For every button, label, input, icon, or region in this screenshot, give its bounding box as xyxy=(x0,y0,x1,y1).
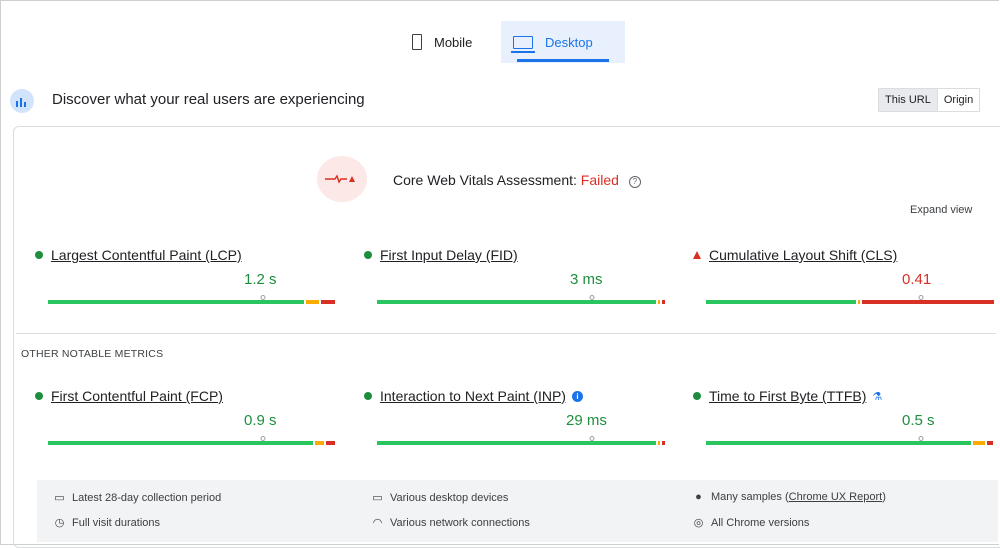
distribution-bar xyxy=(377,436,666,445)
metric-name[interactable]: First Input Delay (FID) xyxy=(380,247,518,263)
metric-inp: Interaction to Next Paint (INP) i 29 ms xyxy=(364,388,666,445)
poor-segment xyxy=(987,441,993,445)
metric-name[interactable]: Cumulative Layout Shift (CLS) xyxy=(709,247,897,263)
tab-mobile[interactable]: Mobile xyxy=(400,21,500,63)
percentile-marker xyxy=(260,295,266,300)
distribution-bar xyxy=(48,436,335,445)
percentile-marker xyxy=(918,295,924,300)
distribution-bar xyxy=(706,436,993,445)
distribution-bar xyxy=(706,295,995,304)
visit-durations-text: Full visit durations xyxy=(72,516,161,529)
collection-details-footer xyxy=(37,480,998,542)
crux-data-icon xyxy=(10,89,34,113)
people-icon: ● xyxy=(695,491,702,503)
metric-lcp: Largest Contentful Paint (LCP) 1.2 s xyxy=(35,247,335,304)
chrome-versions-item: ◎ All Chrome versions xyxy=(692,516,810,530)
metric-value: 3 ms xyxy=(570,271,603,288)
poor-segment xyxy=(326,441,335,445)
this-url-button[interactable]: This URL xyxy=(879,89,938,111)
devices-text: Various desktop devices xyxy=(390,491,509,504)
good-segment xyxy=(706,300,857,304)
metric-value: 29 ms xyxy=(566,412,607,429)
desktop-devices-icon: ▭ xyxy=(372,492,383,504)
metric-name[interactable]: Largest Contentful Paint (LCP) xyxy=(51,247,242,263)
assessment-result: Failed xyxy=(580,172,619,188)
phone-icon xyxy=(412,34,422,50)
distribution-bar xyxy=(48,295,335,304)
chrome-versions-text: All Chrome versions xyxy=(711,516,810,529)
metric-value: 0.9 s xyxy=(244,412,277,429)
needs-improvement-segment xyxy=(314,441,325,445)
assessment-status: Core Web Vitals Assessment: Failed ? xyxy=(393,172,641,188)
needs-improvement-segment xyxy=(858,300,861,304)
poor-segment xyxy=(662,441,666,445)
good-rating-dot xyxy=(364,392,372,400)
samples-item: ● Many samples (Chrome UX Report) xyxy=(692,491,886,503)
distribution-bar xyxy=(377,295,666,304)
needs-improvement-segment xyxy=(658,300,661,304)
collection-period-item: ▭ Latest 28-day collection period xyxy=(53,491,222,505)
info-icon[interactable]: i xyxy=(571,390,583,402)
percentile-marker xyxy=(260,436,266,441)
origin-button[interactable]: Origin xyxy=(938,89,979,111)
good-segment xyxy=(377,300,657,304)
needs-improvement-segment xyxy=(972,441,986,445)
metric-ttfb: Time to First Byte (TTFB) ⚗ 0.5 s xyxy=(693,388,993,445)
section-divider xyxy=(16,333,996,334)
laptop-icon xyxy=(511,35,535,53)
good-segment xyxy=(706,441,971,445)
metric-value: 0.5 s xyxy=(902,412,935,429)
chrome-icon: ◎ xyxy=(693,517,704,529)
needs-improvement-segment xyxy=(658,441,661,445)
good-segment xyxy=(48,300,305,304)
good-rating-dot xyxy=(364,251,372,259)
assessment-label: Core Web Vitals Assessment: xyxy=(393,172,577,188)
network-text: Various network connections xyxy=(390,516,530,529)
chrome-ux-report-link[interactable]: Chrome UX Report xyxy=(789,491,883,503)
metric-name[interactable]: Interaction to Next Paint (INP) xyxy=(380,388,566,404)
assessment-failed-icon xyxy=(317,156,367,202)
good-rating-dot xyxy=(35,392,43,400)
metric-cls: Cumulative Layout Shift (CLS) 0.41 xyxy=(693,247,995,304)
timer-icon: ◷ xyxy=(54,517,65,529)
good-rating-dot xyxy=(35,251,43,259)
metric-value: 1.2 s xyxy=(244,271,277,288)
discover-heading: Discover what your real users are experi… xyxy=(52,91,365,108)
percentile-marker xyxy=(918,436,924,441)
good-segment xyxy=(377,441,657,445)
calendar-icon: ▭ xyxy=(54,492,65,504)
flask-icon[interactable]: ⚗ xyxy=(872,390,882,403)
devices-item: ▭ Various desktop devices xyxy=(371,491,509,505)
poor-rating-triangle-icon xyxy=(693,251,701,259)
wifi-icon: ◠ xyxy=(372,517,383,529)
tab-desktop-label: Desktop xyxy=(545,34,593,50)
metric-name[interactable]: Time to First Byte (TTFB) xyxy=(709,388,866,404)
samples-prefix: Many samples ( xyxy=(711,491,789,503)
collection-period-text: Latest 28-day collection period xyxy=(72,491,222,504)
samples-suffix: ) xyxy=(882,491,886,503)
percentile-marker xyxy=(589,295,595,300)
tab-desktop[interactable]: Desktop xyxy=(501,21,625,63)
percentile-marker xyxy=(589,436,595,441)
poor-segment xyxy=(320,300,335,304)
poor-segment xyxy=(662,300,666,304)
expand-view-link[interactable]: Expand view xyxy=(910,204,972,216)
good-rating-dot xyxy=(693,392,701,400)
poor-segment xyxy=(862,300,995,304)
metric-fid: First Input Delay (FID) 3 ms xyxy=(364,247,666,304)
metric-value: 0.41 xyxy=(902,271,932,288)
tab-mobile-label: Mobile xyxy=(434,34,473,50)
url-origin-toggle: This URL Origin xyxy=(878,88,981,112)
network-item: ◠ Various network connections xyxy=(371,516,530,530)
active-tab-indicator xyxy=(517,59,609,62)
needs-improvement-segment xyxy=(306,300,319,304)
good-segment xyxy=(48,441,313,445)
help-icon[interactable]: ? xyxy=(628,176,641,188)
visit-durations-item: ◷ Full visit durations xyxy=(53,516,161,530)
metric-name[interactable]: First Contentful Paint (FCP) xyxy=(51,388,223,404)
other-metrics-heading: OTHER NOTABLE METRICS xyxy=(21,348,164,360)
metric-fcp: First Contentful Paint (FCP) 0.9 s xyxy=(35,388,335,445)
